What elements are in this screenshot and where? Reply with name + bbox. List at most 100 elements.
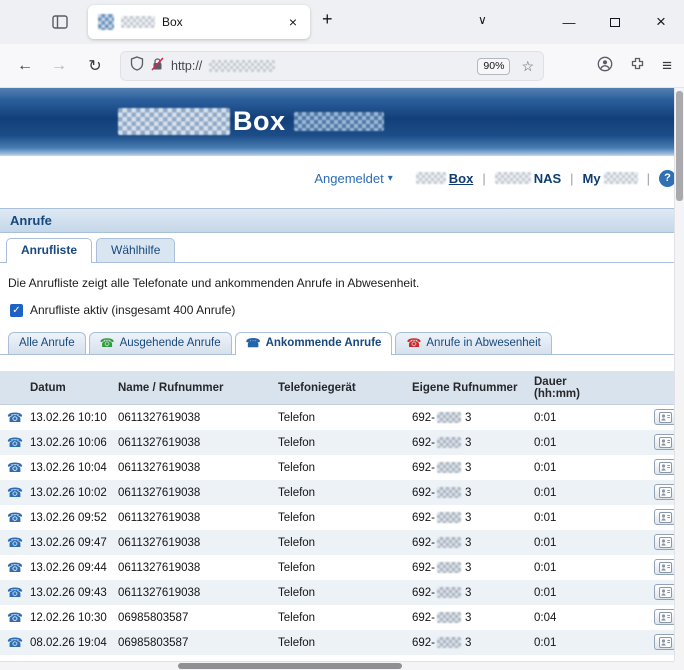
window-controls: — ×	[546, 0, 684, 44]
reload-button[interactable]: ↻	[80, 44, 110, 88]
url-scheme: http://	[171, 59, 202, 73]
maximize-button[interactable]	[592, 15, 638, 30]
redacted-own-number	[437, 437, 461, 448]
redacted-logo-tagline	[294, 112, 384, 131]
add-contact-button[interactable]	[654, 559, 676, 575]
menu-icon[interactable]: ≡	[662, 56, 672, 76]
tab-title: Box	[162, 15, 183, 29]
filter-tab-alle[interactable]: Alle Anrufe	[8, 332, 86, 354]
insecure-lock-icon[interactable]	[151, 57, 164, 76]
incoming-call-icon: ☎	[7, 635, 23, 650]
minimize-button[interactable]: —	[546, 15, 592, 30]
call-device: Telefon	[278, 562, 412, 574]
checkbox-label: Anrufliste aktiv (insgesamt 400 Anrufe)	[30, 303, 235, 317]
own-number: 692-3	[412, 612, 534, 624]
incoming-call-icon: ☎	[7, 410, 23, 425]
add-contact-button[interactable]	[654, 459, 676, 475]
add-contact-button[interactable]	[654, 434, 676, 450]
browser-tab[interactable]: Box ×	[88, 5, 310, 39]
add-contact-button[interactable]	[654, 509, 676, 525]
add-contact-button[interactable]	[654, 609, 676, 625]
bookmark-star-icon[interactable]: ☆	[521, 58, 534, 75]
scrollbar-corner	[674, 661, 684, 670]
top-bar: Angemeldet ▾ Box | NAS | My | ?	[0, 156, 684, 200]
call-number: 0611327619038	[118, 437, 278, 449]
nav-link-my-label: My	[583, 171, 601, 186]
own-number: 692-3	[412, 537, 534, 549]
table-row[interactable]: ☎ 13.02.26 10:10 0611327619038 Telefon 6…	[0, 405, 684, 430]
page-title: Anrufe	[10, 213, 52, 228]
profile-icon[interactable]	[597, 56, 613, 77]
nav-link-my[interactable]: My	[583, 171, 638, 186]
tab-anrufliste[interactable]: Anrufliste	[6, 238, 92, 263]
table-row[interactable]: ☎ 12.02.26 10:30 06985803587 Telefon 692…	[0, 605, 684, 630]
call-device: Telefon	[278, 487, 412, 499]
add-contact-button[interactable]	[654, 484, 676, 500]
redacted-link-prefix	[495, 172, 531, 184]
zoom-level-badge[interactable]: 90%	[477, 58, 510, 75]
call-device: Telefon	[278, 462, 412, 474]
table-row[interactable]: ☎ 13.02.26 09:52 0611327619038 Telefon 6…	[0, 505, 684, 530]
extensions-icon[interactable]	[630, 56, 645, 76]
vertical-scrollbar-thumb[interactable]	[676, 91, 683, 201]
new-tab-button[interactable]: +	[322, 9, 333, 30]
filter-tab-ausgehende[interactable]: ☎ Ausgehende Anrufe	[89, 332, 232, 354]
filter-tab-abwesenheit[interactable]: ☎ Anrufe in Abwesenheit	[395, 332, 551, 354]
filter-tab-label: Ausgehende Anrufe	[120, 337, 221, 349]
redacted-own-number	[437, 412, 461, 423]
horizontal-scrollbar-thumb[interactable]	[178, 663, 402, 669]
incoming-call-icon: ☎	[7, 535, 23, 550]
tabs-dropdown-icon[interactable]: ∨	[478, 13, 487, 27]
call-device: Telefon	[278, 512, 412, 524]
own-number: 692-3	[412, 412, 534, 424]
shield-icon[interactable]	[130, 56, 144, 76]
nav-link-nas[interactable]: NAS	[495, 171, 561, 186]
tab-favicon	[98, 14, 114, 30]
call-device: Telefon	[278, 612, 412, 624]
redacted-link-prefix	[416, 172, 446, 184]
close-button[interactable]: ×	[638, 12, 684, 32]
table-row[interactable]: ☎ 13.02.26 10:04 0611327619038 Telefon 6…	[0, 455, 684, 480]
tab-close-icon[interactable]: ×	[286, 14, 300, 30]
redacted-url	[209, 60, 275, 72]
table-row[interactable]: ☎ 13.02.26 09:44 0611327619038 Telefon 6…	[0, 555, 684, 580]
add-contact-button[interactable]	[654, 409, 676, 425]
back-button[interactable]: ←	[10, 44, 40, 88]
missed-call-icon: ☎	[406, 337, 421, 349]
add-contact-button[interactable]	[654, 584, 676, 600]
call-date: 13.02.26 09:44	[30, 562, 118, 574]
call-table: Datum Name / Rufnummer Telefoniegerät Ei…	[0, 371, 684, 655]
call-date: 13.02.26 09:52	[30, 512, 118, 524]
outgoing-call-icon: ☎	[100, 337, 115, 349]
table-row[interactable]: ☎ 13.02.26 09:43 0611327619038 Telefon 6…	[0, 580, 684, 605]
filter-tab-ankommende[interactable]: ☎ Ankommende Anrufe	[235, 332, 393, 355]
nav-link-nas-label: NAS	[534, 171, 561, 186]
forward-button[interactable]: →	[44, 44, 74, 88]
add-contact-button[interactable]	[654, 634, 676, 650]
table-row[interactable]: ☎ 13.02.26 09:47 0611327619038 Telefon 6…	[0, 530, 684, 555]
call-date: 13.02.26 09:47	[30, 537, 118, 549]
chevron-down-icon: ▾	[388, 173, 393, 184]
page-content: Box Angemeldet ▾ Box | NAS | My | ? Anru…	[0, 88, 684, 670]
horizontal-scrollbar[interactable]	[0, 661, 674, 670]
call-number: 06985803587	[118, 637, 278, 649]
add-contact-button[interactable]	[654, 534, 676, 550]
table-row[interactable]: ☎ 13.02.26 10:06 0611327619038 Telefon 6…	[0, 430, 684, 455]
own-number: 692-3	[412, 637, 534, 649]
section-title-bar: Anrufe	[0, 208, 684, 233]
tab-waehlhilfe[interactable]: Wählhilfe	[96, 238, 175, 262]
redacted-tab-title	[121, 16, 155, 28]
call-list-active-row: ✓ Anrufliste aktiv (insgesamt 400 Anrufe…	[10, 303, 684, 317]
site-header-banner: Box	[0, 88, 684, 156]
nav-link-box[interactable]: Box	[416, 171, 474, 186]
firefox-view-icon[interactable]	[52, 15, 68, 34]
url-bar[interactable]: http:// 90% ☆	[120, 51, 544, 81]
vertical-scrollbar[interactable]	[674, 88, 684, 670]
nav-link-box-label: Box	[449, 171, 474, 186]
checkbox-checked[interactable]: ✓	[10, 304, 23, 317]
redacted-own-number	[437, 512, 461, 523]
table-row[interactable]: ☎ 08.02.26 19:04 06985803587 Telefon 692…	[0, 630, 684, 655]
logged-in-menu[interactable]: Angemeldet ▾	[314, 171, 392, 186]
incoming-call-icon: ☎	[7, 510, 23, 525]
table-row[interactable]: ☎ 13.02.26 10:02 0611327619038 Telefon 6…	[0, 480, 684, 505]
